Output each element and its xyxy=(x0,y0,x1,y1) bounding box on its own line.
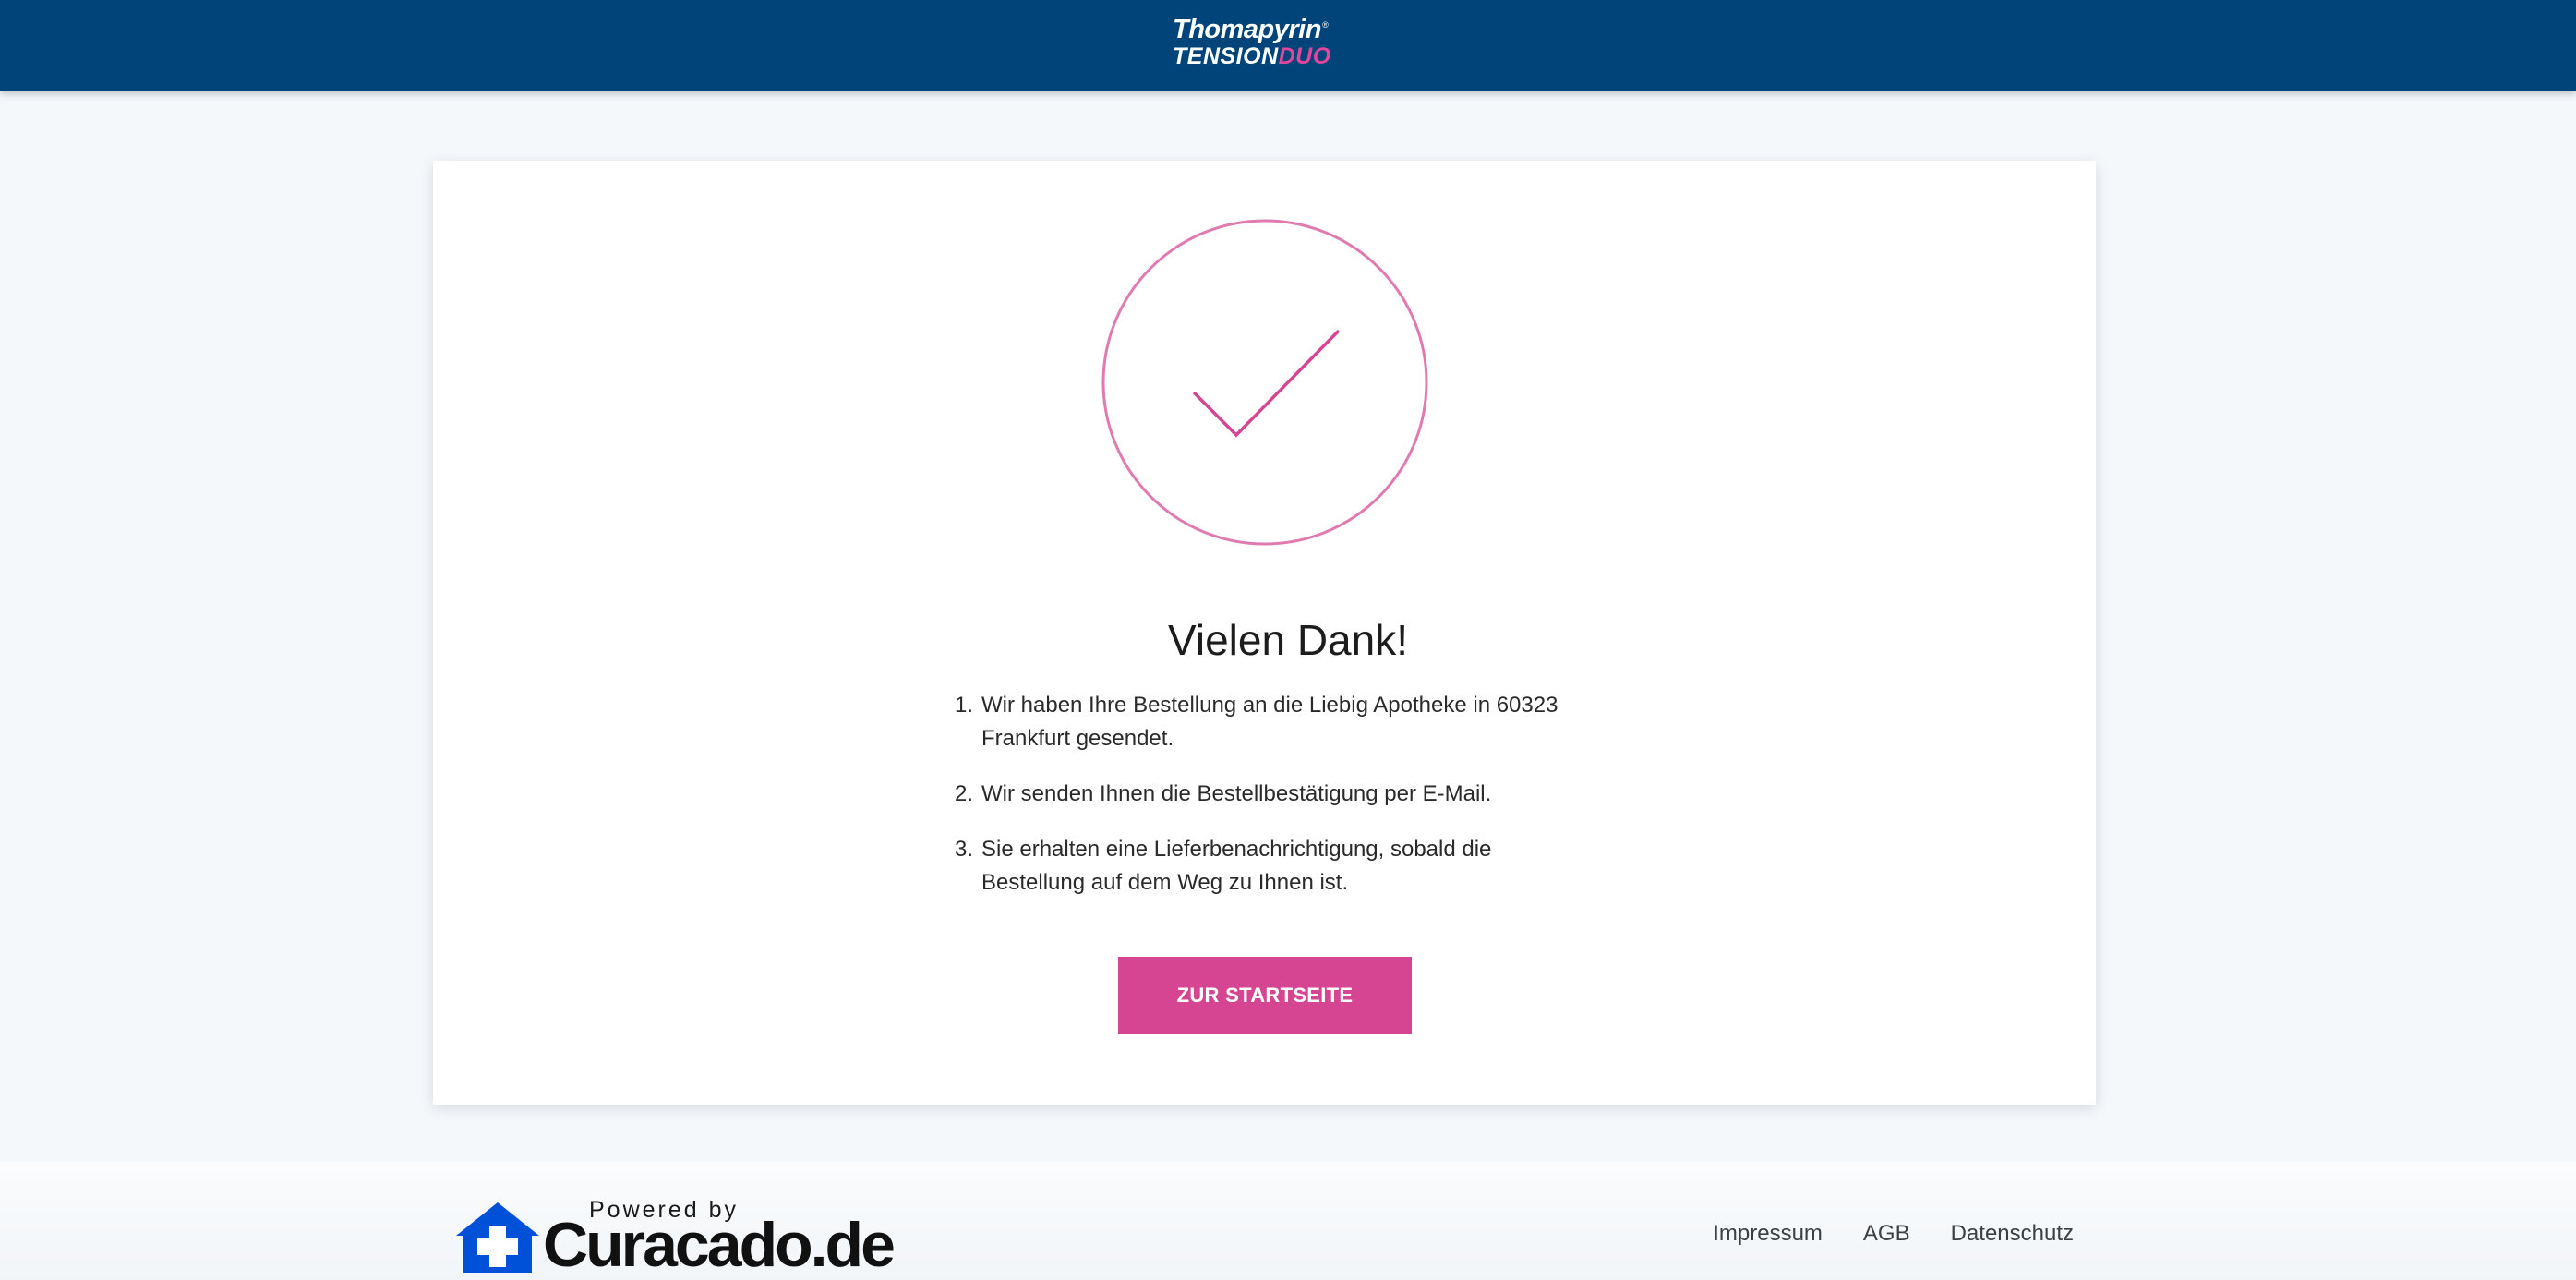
steps-list: 1. Wir haben Ihre Bestellung an die Lieb… xyxy=(955,689,1583,922)
house-cross-icon xyxy=(456,1202,539,1273)
logo-product: TENSIONDUO xyxy=(1173,43,1331,70)
logo-product-part2: DUO xyxy=(1278,43,1331,69)
logo-product-part1: TENSION xyxy=(1173,43,1279,69)
list-item: 1. Wir haben Ihre Bestellung an die Lieb… xyxy=(955,689,1583,755)
list-item: 3. Sie erhalten eine Lieferbenachrichtig… xyxy=(955,833,1583,900)
page-title: Vielen Dank! xyxy=(1168,616,1408,664)
step-number: 1. xyxy=(955,693,974,718)
step-number: 2. xyxy=(955,781,974,806)
footer-link-impressum[interactable]: Impressum xyxy=(1713,1221,1823,1247)
step-text: Wir senden Ihnen die Bestellbestätigung … xyxy=(981,781,1492,806)
top-header: Thomapyrin® TENSIONDUO xyxy=(0,0,2576,91)
registered-mark: ® xyxy=(1321,20,1329,30)
page-footer xyxy=(0,1162,2576,1280)
thomapyrin-logo[interactable]: Thomapyrin® TENSIONDUO xyxy=(1171,15,1337,72)
step-number: 3. xyxy=(955,837,974,862)
logo-brand: Thomapyrin® xyxy=(1173,15,1329,44)
checkmark-circle-icon xyxy=(1101,219,1428,546)
footer-link-datenschutz[interactable]: Datenschutz xyxy=(1951,1221,2074,1247)
list-item: 2. Wir senden Ihnen die Bestellbestätigu… xyxy=(955,778,1583,811)
curacado-brand: Curacado.de xyxy=(543,1210,896,1280)
home-button[interactable]: ZUR STARTSEITE xyxy=(1118,957,1412,1034)
powered-by-curacado[interactable]: Powered by Curacado.de xyxy=(454,1197,897,1278)
step-text: Sie erhalten eine Lieferbenachrichtigung… xyxy=(981,837,1492,895)
step-text: Wir haben Ihre Bestellung an die Liebig … xyxy=(981,693,1559,751)
footer-link-agb[interactable]: AGB xyxy=(1863,1221,1910,1247)
footer-nav: Impressum AGB Datenschutz xyxy=(1713,1221,2074,1247)
